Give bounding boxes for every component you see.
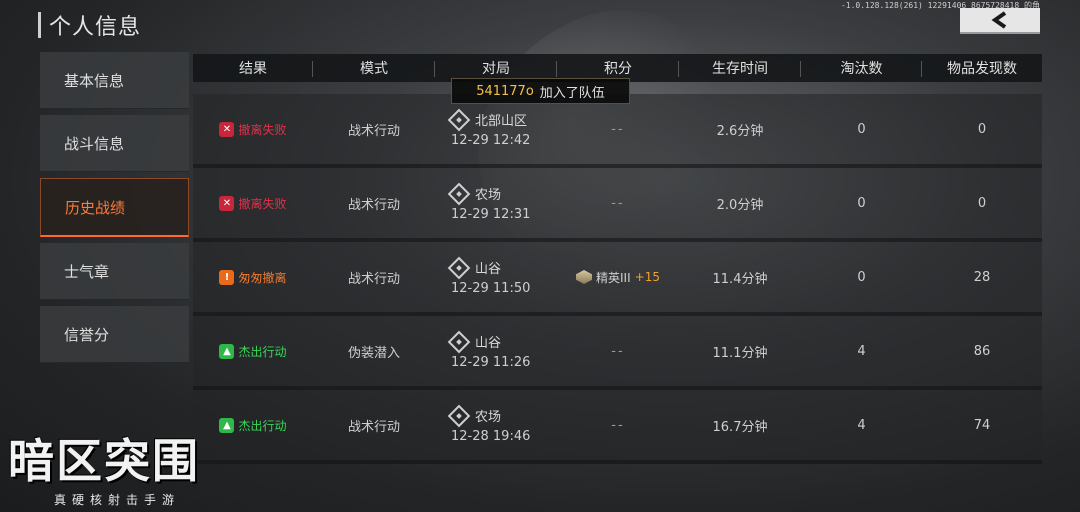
items-cell: 0 xyxy=(977,195,987,211)
result-badge: ▲ 杰出行动 xyxy=(193,343,313,360)
map-marker-icon xyxy=(447,108,471,131)
result-badge: ✕ 撤离失败 xyxy=(193,121,313,138)
thumbs-up-icon: ▲ xyxy=(219,343,235,359)
rank-badge-icon xyxy=(576,270,593,284)
score-cell: -- xyxy=(611,417,625,433)
sidebar: 基本信息 战斗信息 历史战绩 士气章 信誉分 xyxy=(40,52,189,369)
result-badge: ✕ 撤离失败 xyxy=(193,195,313,212)
map-marker-icon xyxy=(447,182,471,205)
map-marker-icon xyxy=(447,256,471,279)
items-cell: 86 xyxy=(973,343,991,359)
kills-cell: 4 xyxy=(857,343,866,359)
match-cell: 农场 12-28 19:46 xyxy=(435,404,557,444)
x-icon: ✕ xyxy=(219,121,235,137)
sidebar-item-history[interactable]: 历史战绩 xyxy=(40,178,189,237)
title-accent-bar xyxy=(38,12,41,38)
match-cell: 农场 12-29 12:31 xyxy=(435,182,557,222)
match-cell: 山谷 12-29 11:50 xyxy=(435,256,557,296)
sidebar-item-basic-info[interactable]: 基本信息 xyxy=(40,52,189,109)
header-survival-time: 生存时间 xyxy=(679,58,801,78)
result-badge: ! 匆匆撤离 xyxy=(193,269,313,286)
sidebar-item-combat-info[interactable]: 战斗信息 xyxy=(40,115,189,172)
game-logo: 暗区突围 真硬核射击手游 xyxy=(8,434,200,507)
survival-cell: 2.0分钟 xyxy=(716,197,764,213)
mode-cell: 战术行动 xyxy=(347,197,400,213)
score-cell: -- xyxy=(611,121,625,137)
table-row[interactable]: ▲ 杰出行动 战术行动 农场 12-28 19:46 -- 16.7分钟 4 7… xyxy=(193,390,1042,464)
sidebar-item-morale-badge[interactable]: 士气章 xyxy=(40,243,189,300)
items-cell: 74 xyxy=(973,417,991,433)
map-marker-icon xyxy=(447,404,471,427)
history-table: 结果 模式 对局 积分 生存时间 淘汰数 物品发现数 ✕ 撤离失败 战术行动 北… xyxy=(193,54,1042,494)
score-cell: 精英III +15 xyxy=(557,269,679,286)
header-match: 对局 xyxy=(435,58,557,78)
kills-cell: 0 xyxy=(857,121,866,137)
survival-cell: 11.4分钟 xyxy=(712,271,768,287)
mode-cell: 战术行动 xyxy=(347,123,400,139)
kills-cell: 0 xyxy=(857,195,866,211)
mode-cell: 战术行动 xyxy=(347,271,400,287)
table-row[interactable]: ✕ 撤离失败 战术行动 农场 12-29 12:31 -- 2.0分钟 0 0 xyxy=(193,168,1042,242)
map-marker-icon xyxy=(447,330,471,353)
score-cell: -- xyxy=(611,195,625,211)
team-join-toast: 541177o 加入了队伍 xyxy=(451,78,630,104)
header-score: 积分 xyxy=(557,58,679,78)
page-title: 个人信息 xyxy=(49,15,142,40)
survival-cell: 16.7分钟 xyxy=(712,419,768,435)
header-kills: 淘汰数 xyxy=(801,58,922,78)
warning-icon: ! xyxy=(219,269,235,285)
survival-cell: 11.1分钟 xyxy=(712,345,768,361)
sidebar-item-reputation[interactable]: 信誉分 xyxy=(40,306,189,363)
header-items-found: 物品发现数 xyxy=(947,61,1017,77)
mode-cell: 战术行动 xyxy=(347,419,400,435)
kills-cell: 0 xyxy=(857,269,866,285)
items-cell: 28 xyxy=(973,269,991,285)
match-cell: 山谷 12-29 11:26 xyxy=(435,330,557,370)
items-cell: 0 xyxy=(977,121,987,137)
table-row[interactable]: ! 匆匆撤离 战术行动 山谷 12-29 11:50 精英III +15 11.… xyxy=(193,242,1042,316)
mode-cell: 伪装潜入 xyxy=(347,345,400,361)
header-mode: 模式 xyxy=(313,58,435,78)
kills-cell: 4 xyxy=(857,417,866,433)
survival-cell: 2.6分钟 xyxy=(716,123,764,139)
page-header: 个人信息 xyxy=(38,10,141,40)
chevron-left-icon xyxy=(991,11,1007,29)
match-cell: 北部山区 12-29 12:42 xyxy=(435,108,557,148)
x-icon: ✕ xyxy=(219,195,235,211)
table-row[interactable]: ✕ 撤离失败 战术行动 北部山区 12-29 12:42 -- 2.6分钟 0 … xyxy=(193,94,1042,168)
table-row[interactable]: ▲ 杰出行动 伪装潜入 山谷 12-29 11:26 -- 11.1分钟 4 8… xyxy=(193,316,1042,390)
score-cell: -- xyxy=(611,343,625,359)
back-button[interactable] xyxy=(960,8,1040,34)
header-result: 结果 xyxy=(193,58,313,78)
